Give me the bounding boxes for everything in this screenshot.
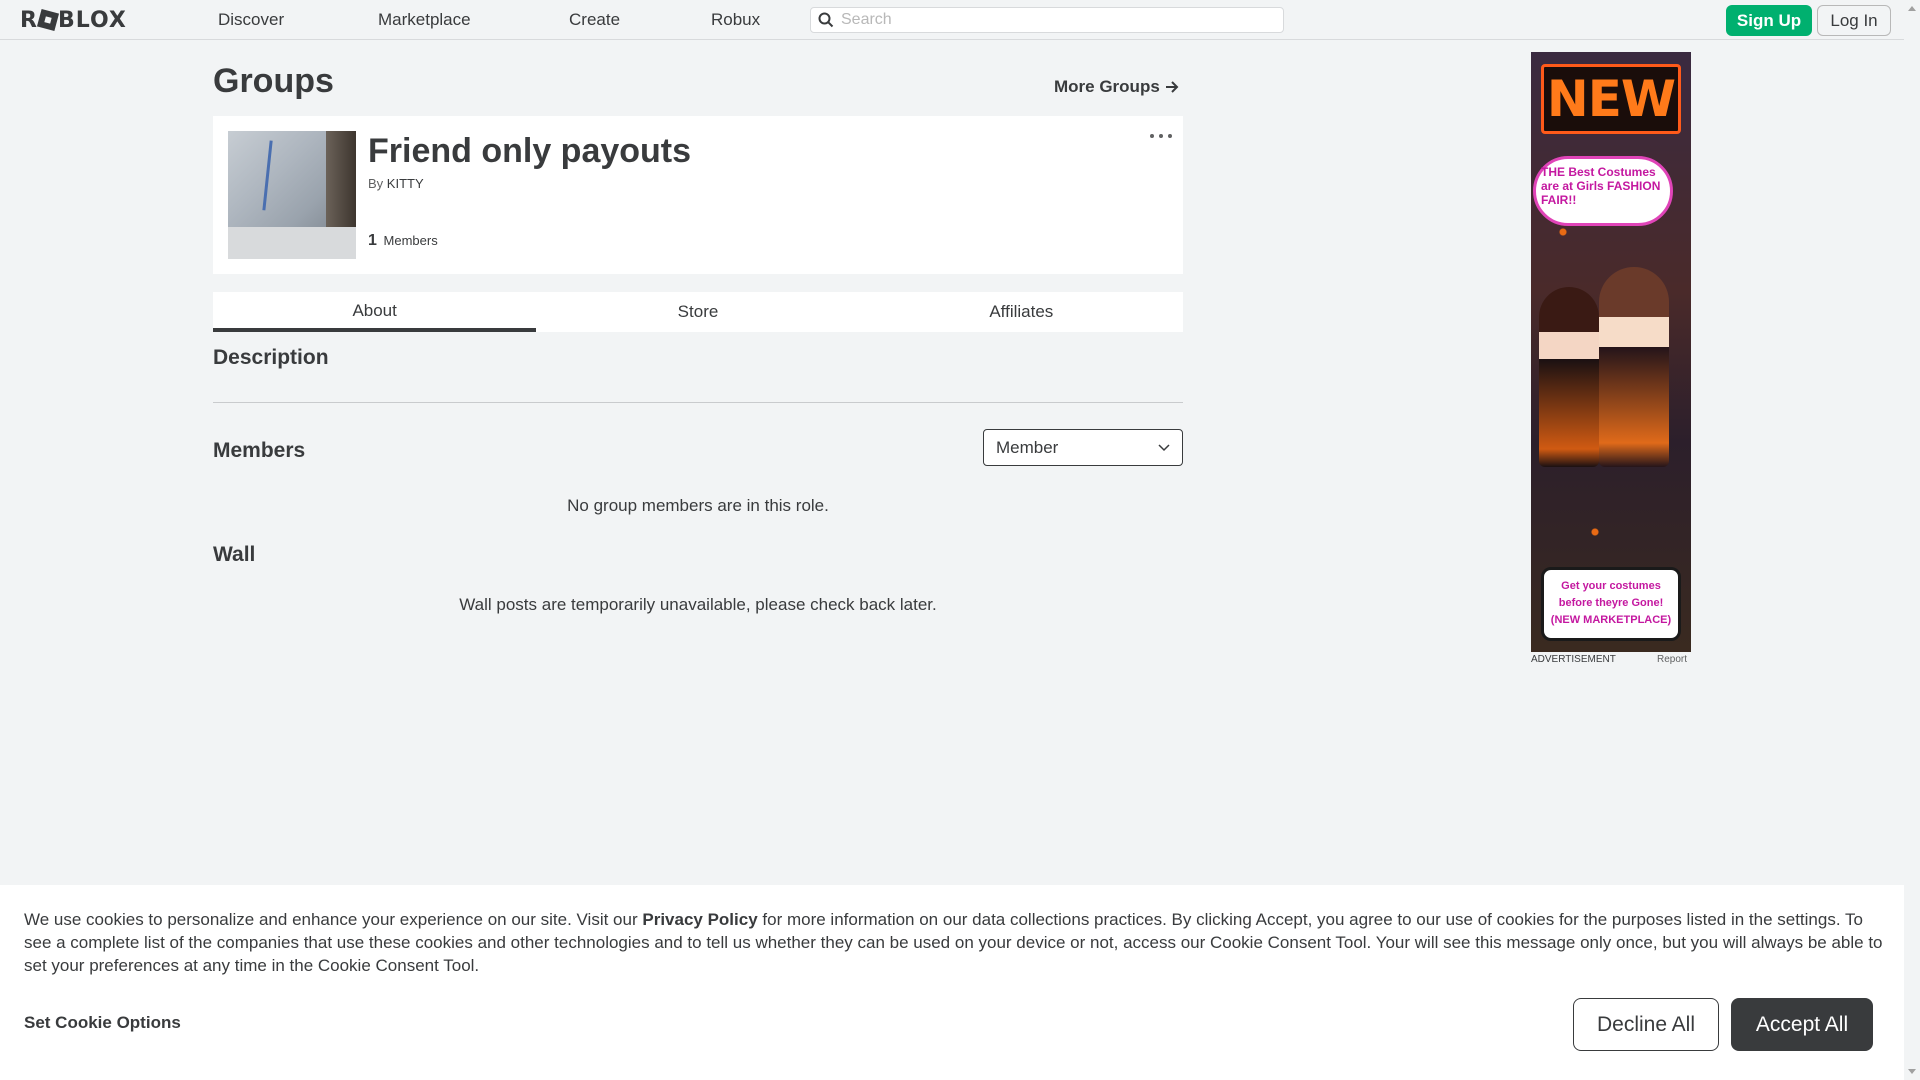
ad-label: ADVERTISEMENT xyxy=(1531,654,1616,665)
more-groups-label: More Groups xyxy=(1054,77,1160,96)
owner-prefix: By xyxy=(368,176,384,191)
wall-unavailable-message: Wall posts are temporarily unavailable, … xyxy=(459,595,937,614)
role-dropdown-value: Member xyxy=(996,437,1059,457)
search-bar xyxy=(810,7,1284,33)
member-count-value: 1 xyxy=(368,232,377,249)
tab-affiliates[interactable]: Affiliates xyxy=(860,292,1183,332)
nav-create[interactable]: Create xyxy=(569,0,620,40)
ad-characters-image xyxy=(1531,227,1691,477)
group-owner-line: By KITTY xyxy=(368,176,424,191)
ad-report-link[interactable]: Report xyxy=(1657,654,1687,665)
group-name: Friend only payouts xyxy=(368,132,692,170)
owner-link[interactable]: KITTY xyxy=(387,176,424,191)
search-icon xyxy=(811,7,841,33)
ad-speech-bubble: THE Best Costumes are at Girls FASHION F… xyxy=(1533,156,1673,226)
scroll-up-icon[interactable] xyxy=(1908,6,1916,11)
cookie-message: We use cookies to personalize and enhanc… xyxy=(24,910,1883,975)
decline-all-button[interactable]: Decline All xyxy=(1573,998,1719,1051)
tab-about[interactable]: About xyxy=(213,292,537,332)
login-button[interactable]: Log In xyxy=(1817,5,1891,36)
roblox-logo[interactable]: R BLOX xyxy=(20,7,127,33)
description-title: Description xyxy=(213,346,329,369)
chevron-down-icon xyxy=(1158,443,1170,451)
ad-headline: NEW xyxy=(1541,64,1681,134)
group-emblem-image xyxy=(228,131,356,227)
more-options-icon[interactable] xyxy=(1150,130,1172,142)
members-empty-message: No group members are in this role. xyxy=(567,496,829,515)
cookie-consent-banner: We use cookies to personalize and enhanc… xyxy=(0,885,1904,1080)
group-header-card: Friend only payouts By KITTY 1 Members xyxy=(213,116,1183,274)
wall-title: Wall xyxy=(213,543,256,566)
ad-call-to-action: Get your costumes before theyre Gone! (N… xyxy=(1541,567,1681,641)
tab-store[interactable]: Store xyxy=(536,292,859,332)
role-dropdown[interactable]: Member xyxy=(983,429,1183,466)
advertisement-banner[interactable]: NEW THE Best Costumes are at Girls FASHI… xyxy=(1531,52,1691,652)
signup-button[interactable]: Sign Up xyxy=(1726,5,1812,36)
nav-marketplace[interactable]: Marketplace xyxy=(378,0,471,40)
top-navigation: R BLOX Discover Marketplace Create Robux … xyxy=(0,0,1920,40)
group-emblem[interactable] xyxy=(228,131,356,259)
member-count-label: Members xyxy=(383,233,438,248)
nav-robux[interactable]: Robux xyxy=(711,0,760,40)
group-member-count: 1 Members xyxy=(368,232,438,250)
section-divider xyxy=(213,402,1183,403)
set-cookie-options-link[interactable]: Set Cookie Options xyxy=(24,1013,181,1033)
group-tabs: About Store Affiliates xyxy=(213,292,1183,332)
arrow-right-icon xyxy=(1165,81,1179,93)
nav-discover[interactable]: Discover xyxy=(218,0,284,40)
page-title: Groups xyxy=(213,62,334,100)
members-title: Members xyxy=(213,439,306,462)
scroll-down-icon[interactable] xyxy=(1908,1069,1916,1074)
page-scrollbar[interactable] xyxy=(1904,0,1920,1080)
search-input[interactable] xyxy=(841,8,1283,32)
more-groups-link[interactable]: More Groups xyxy=(1054,77,1179,97)
privacy-policy-link[interactable]: Privacy Policy xyxy=(642,910,757,929)
accept-all-button[interactable]: Accept All xyxy=(1731,998,1873,1051)
